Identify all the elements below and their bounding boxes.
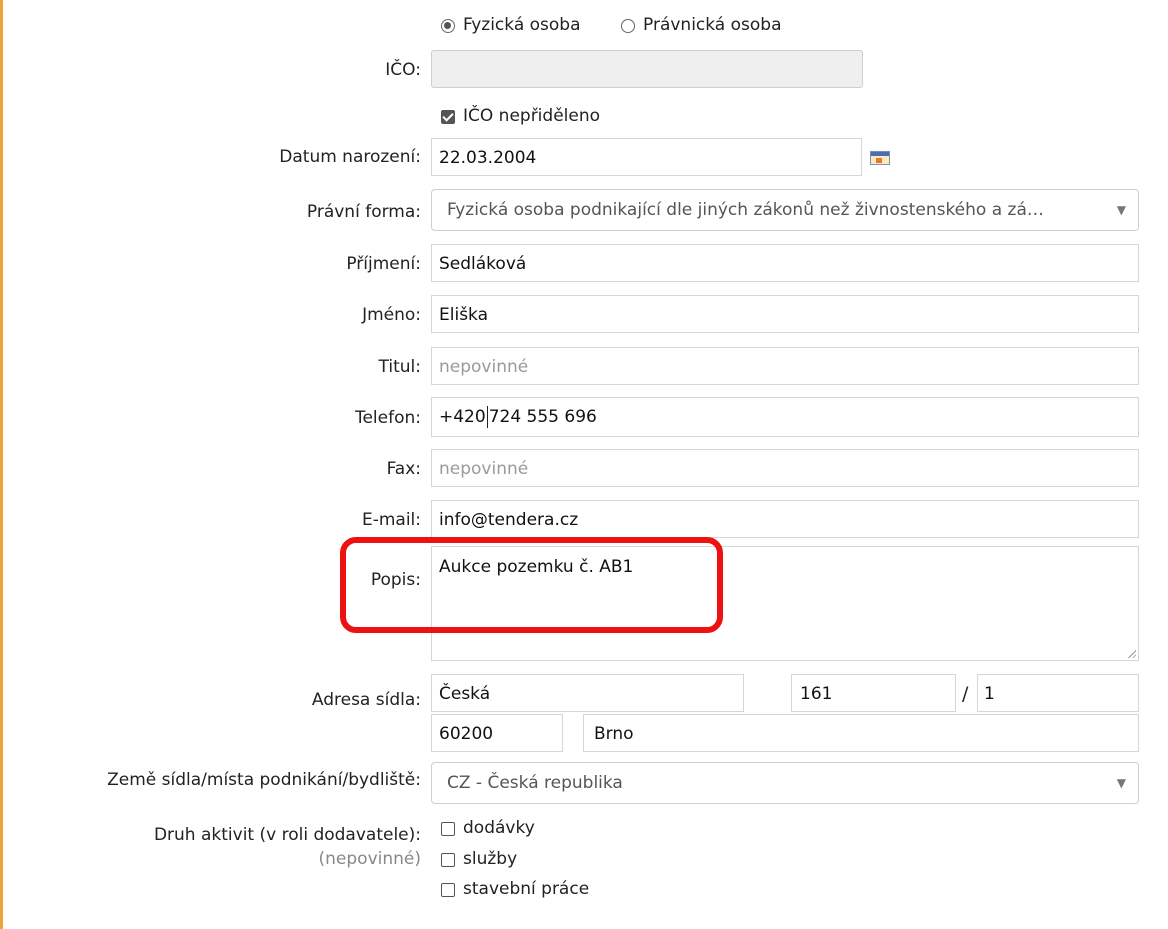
country-select[interactable]: CZ - Česká republika ▼ [431,762,1139,804]
title-label: Titul: [378,357,421,377]
phone-input[interactable]: +420 724 555 696 [431,397,1139,437]
description-value: Aukce pozemku č. AB1 [439,557,634,577]
number-separator: / [962,683,969,705]
left-frame-border [0,0,3,929]
activity-stavebni-prace-label[interactable]: stavební práce [463,879,589,899]
phone-number: 724 555 696 [488,407,597,427]
birth-date-input[interactable]: 22.03.2004 [431,138,862,176]
ico-not-assigned-label[interactable]: IČO nepřiděleno [463,106,600,126]
city-input[interactable]: Brno [583,714,1139,752]
email-input[interactable]: info@tendera.cz [431,500,1139,538]
address-label: Adresa sídla: [311,690,421,710]
ico-not-assigned-checkbox[interactable] [441,110,455,124]
house-number-input[interactable]: 161 [791,674,956,712]
surname-label: Příjmení: [346,254,421,274]
calendar-icon[interactable] [870,151,890,165]
country-value: CZ - Česká republika [447,773,623,793]
legal-form-select[interactable]: Fyzická osoba podnikající dle jiných zák… [431,189,1139,231]
country-label: Země sídla/místa podnikání/bydliště: [107,770,421,790]
activity-sluzby-checkbox[interactable] [441,853,455,867]
description-textarea[interactable]: Aukce pozemku č. AB1 [431,546,1139,661]
activity-sluzby-label[interactable]: služby [463,849,517,869]
ico-label: IČO: [385,60,421,80]
email-label: E-mail: [361,510,421,530]
radio-pravnicka-osoba-label[interactable]: Právnická osoba [643,15,782,35]
radio-fyzicka-osoba[interactable] [441,19,455,33]
phone-label: Telefon: [354,408,421,428]
activity-dodavky-checkbox[interactable] [441,822,455,836]
fax-label: Fax: [386,459,421,479]
radio-fyzicka-osoba-label[interactable]: Fyzická osoba [463,15,581,35]
first-name-label: Jméno: [362,305,421,325]
activities-label: Druh aktivit (v roli dodavatele): [153,825,421,845]
zip-input[interactable]: 60200 [431,714,563,752]
text-cursor [486,406,488,428]
surname-input[interactable]: Sedláková [431,244,1139,282]
legal-form-label: Právní forma: [306,202,421,222]
birth-date-label: Datum narození: [279,147,421,167]
first-name-input[interactable]: Eliška [431,295,1139,333]
description-label: Popis: [370,570,421,590]
fax-input[interactable]: nepovinné [431,449,1139,487]
title-input[interactable]: nepovinné [431,347,1139,385]
chevron-down-icon: ▼ [1116,203,1126,217]
ico-input[interactable] [431,50,863,88]
legal-form-value: Fyzická osoba podnikající dle jiných zák… [447,200,1044,220]
activities-hint: (nepovinné) [318,849,421,869]
orientation-number-input[interactable]: 1 [977,674,1139,712]
chevron-down-icon: ▼ [1116,776,1126,790]
activity-dodavky-label[interactable]: dodávky [463,818,535,838]
activity-stavebni-prace-checkbox[interactable] [441,883,455,897]
street-input[interactable]: Česká [431,674,744,712]
phone-prefix: +420 [439,407,486,427]
resize-handle-icon[interactable] [1127,649,1136,658]
title-placeholder: nepovinné [439,357,529,377]
radio-pravnicka-osoba[interactable] [621,19,635,33]
fax-placeholder: nepovinné [439,459,529,479]
